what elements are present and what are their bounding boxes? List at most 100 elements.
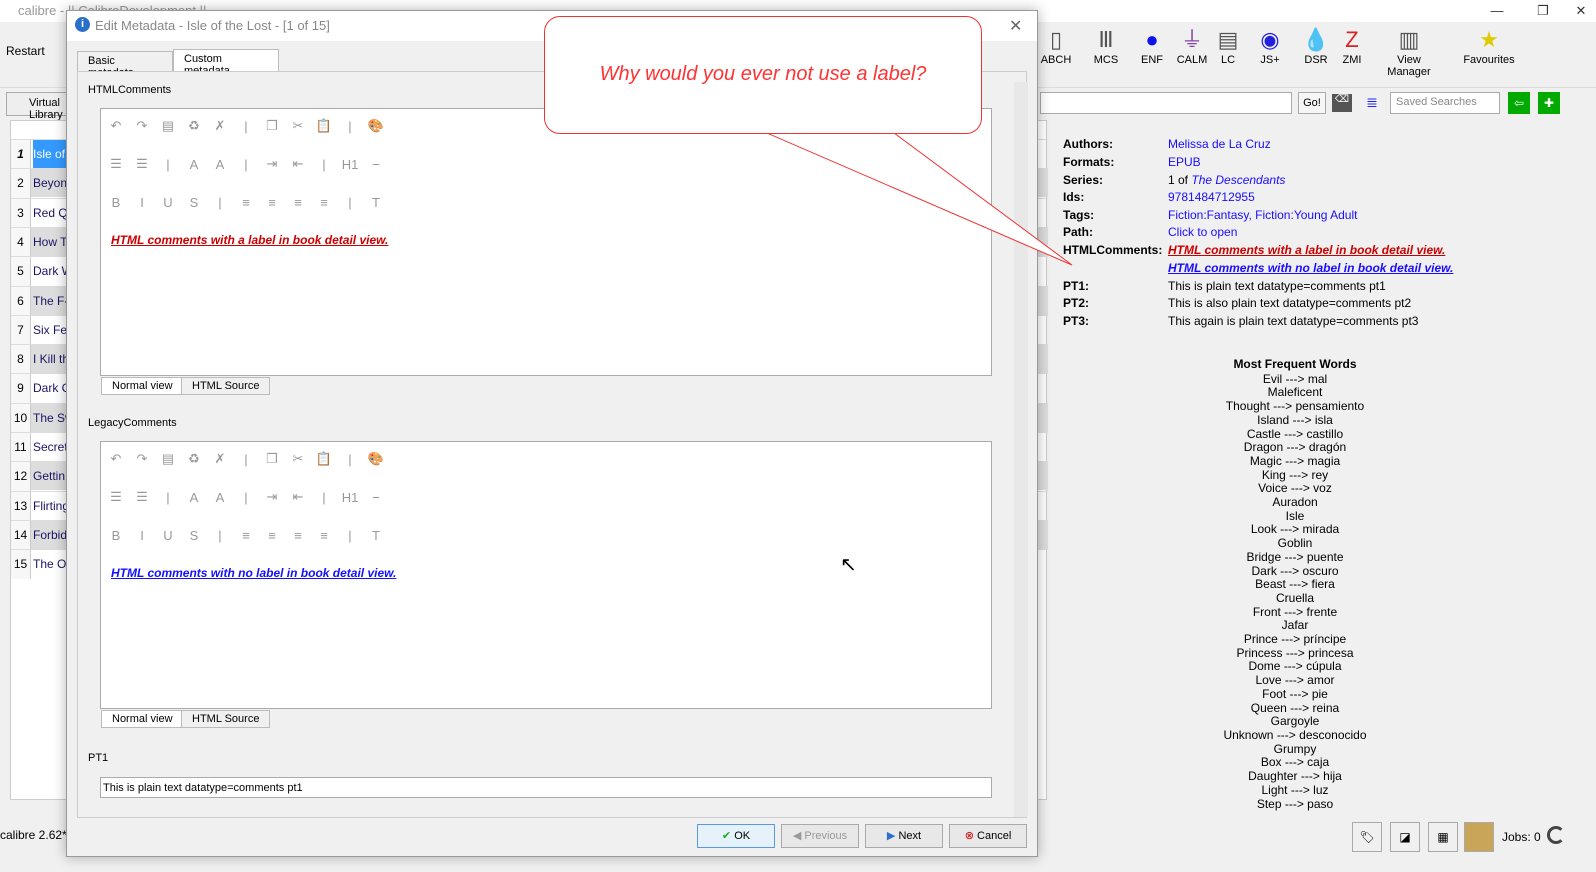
format-button-icon[interactable]: ▤ [159, 118, 177, 134]
format-button-icon[interactable]: ≡ [315, 195, 333, 210]
format-button-icon[interactable]: ≡ [289, 528, 307, 543]
ok-button[interactable]: ✔ OK [697, 824, 775, 848]
format-button-icon[interactable]: A [185, 490, 203, 505]
toolbar-calm-button[interactable]: ⏚ CALM [1172, 26, 1212, 66]
format-button-icon[interactable]: ⇤ [289, 489, 307, 505]
cover-browser-icon[interactable]: ◪ [1390, 822, 1420, 852]
format-button-icon[interactable]: ☰ [107, 489, 125, 505]
format-button-icon[interactable]: ☰ [107, 156, 125, 172]
jobs-indicator[interactable]: Jobs: 0 [1502, 830, 1541, 844]
add-saved-search-icon[interactable]: ✚ [1538, 92, 1560, 114]
format-button-icon[interactable]: ↶ [107, 451, 125, 467]
ids-link[interactable]: 9781484712955 [1168, 190, 1255, 204]
go-button[interactable]: Go! [1298, 92, 1326, 114]
tab-html-source[interactable]: HTML Source [181, 710, 271, 728]
format-button-icon[interactable]: ≡ [263, 195, 281, 210]
format-button-icon[interactable]: ✂ [289, 118, 307, 134]
format-button-icon[interactable]: ≡ [237, 528, 255, 543]
htmlcomments-editor-text[interactable]: HTML comments with a label in book detai… [111, 233, 388, 247]
format-button-icon[interactable]: ⎯ [367, 156, 385, 172]
format-button-icon[interactable]: ↶ [107, 118, 125, 134]
format-button-icon[interactable]: A [211, 157, 229, 172]
format-button-icon[interactable]: 🎨 [367, 118, 385, 134]
toolbar-favourites-button[interactable]: ★ Favourites [1456, 26, 1522, 66]
tab-basic-metadata[interactable]: Basic metadata [77, 51, 173, 79]
restore-button[interactable]: ❐ [1520, 0, 1566, 22]
format-button-icon[interactable]: ♻ [185, 118, 203, 134]
grid-view-icon[interactable]: ▦ [1428, 822, 1458, 852]
format-button-icon[interactable]: U [159, 528, 177, 543]
format-button-icon[interactable]: ▤ [159, 451, 177, 467]
highlight-toggle-icon[interactable]: ≣ [1362, 94, 1382, 112]
saved-searches-select[interactable]: Saved Searches [1390, 92, 1500, 114]
toolbar-view-manager-button[interactable]: ▥ View Manager [1376, 26, 1442, 78]
minimize-button[interactable]: — [1474, 0, 1520, 22]
format-button-icon[interactable]: ♻ [185, 451, 203, 467]
format-button-icon[interactable]: I [133, 195, 151, 210]
format-button-icon[interactable]: T [367, 528, 385, 543]
format-button-icon[interactable]: 📋 [315, 451, 333, 467]
dialog-close-button[interactable]: ✕ [1009, 16, 1022, 36]
format-button-icon[interactable]: ☰ [133, 489, 151, 505]
format-button-icon[interactable]: ⇥ [263, 489, 281, 505]
format-button-icon[interactable]: S [185, 195, 203, 210]
tab-html-source[interactable]: HTML Source [181, 377, 271, 395]
format-button-icon[interactable]: ✗ [211, 118, 229, 134]
format-button-icon[interactable]: A [185, 157, 203, 172]
format-button-icon[interactable]: ↷ [133, 118, 151, 134]
htmlcomments-editor[interactable]: HTML comments with a label in book detai… [100, 108, 992, 395]
path-link[interactable]: Click to open [1168, 225, 1237, 239]
previous-button[interactable]: ◀ Previous [781, 824, 859, 848]
legacycomments-editor-text[interactable]: HTML comments with no label in book deta… [111, 566, 396, 580]
toolbar-mcs-button[interactable]: Ⅲ MCS [1086, 26, 1126, 66]
format-button-icon[interactable]: ⇤ [289, 156, 307, 172]
format-button-icon[interactable]: ✗ [211, 451, 229, 467]
format-button-icon[interactable]: ⎯ [367, 489, 385, 505]
cancel-button[interactable]: ⊗ Cancel [949, 824, 1027, 848]
toolbar-enf-button[interactable]: ● ENF [1132, 26, 1172, 66]
format-button-icon[interactable]: U [159, 195, 177, 210]
format-button-icon[interactable]: ≡ [263, 528, 281, 543]
format-button-icon[interactable]: 📋 [315, 118, 333, 134]
toolbar-abch-button[interactable]: ▯ ABCH [1036, 26, 1076, 66]
format-button-icon[interactable]: ✂ [289, 451, 307, 467]
toolbar-dsr-button[interactable]: 💧 DSR [1296, 26, 1336, 66]
search-input[interactable] [1040, 92, 1292, 114]
format-button-icon[interactable]: B [107, 195, 125, 210]
format-button-icon[interactable]: I [133, 528, 151, 543]
legacycomments-editor[interactable]: HTML comments with no label in book deta… [100, 441, 992, 728]
formats-link[interactable]: EPUB [1168, 155, 1201, 169]
back-arrow-icon[interactable]: ⇦ [1508, 92, 1530, 114]
format-button-icon[interactable]: ⇥ [263, 156, 281, 172]
format-button-icon[interactable]: H1 [341, 490, 359, 505]
format-button-icon[interactable]: ↷ [133, 451, 151, 467]
tags-link[interactable]: Fiction:Fantasy, Fiction:Young Adult [1168, 208, 1357, 222]
toolbar-lc-button[interactable]: ▤ LC [1208, 26, 1248, 66]
close-window-button[interactable]: ✕ [1566, 0, 1596, 22]
tag-icon[interactable]: 🏷 [1352, 822, 1382, 852]
format-button-icon[interactable]: H1 [341, 157, 359, 172]
clear-search-icon[interactable]: ⌫ [1332, 94, 1352, 112]
next-button[interactable]: ▶ Next [865, 824, 943, 848]
format-button-icon[interactable]: ❐ [263, 118, 281, 134]
book-details-icon[interactable] [1464, 822, 1494, 852]
format-button-icon[interactable]: ❐ [263, 451, 281, 467]
format-button-icon[interactable]: T [367, 195, 385, 210]
format-button-icon[interactable]: A [211, 490, 229, 505]
format-button-icon[interactable]: ≡ [237, 195, 255, 210]
format-button-icon[interactable]: B [107, 528, 125, 543]
toolbar-js--button[interactable]: ◉ JS+ [1250, 26, 1290, 66]
toolbar-zmi-button[interactable]: Z ZMI [1332, 26, 1372, 66]
format-button-icon[interactable]: ≡ [289, 195, 307, 210]
tab-custom-metadata[interactable]: Custom metadata [173, 49, 279, 77]
format-button-icon[interactable]: ☰ [133, 156, 151, 172]
series-link[interactable]: The Descendants [1191, 173, 1285, 187]
pt1-input[interactable] [100, 777, 992, 798]
details-scrollbar[interactable] [1546, 122, 1560, 810]
tab-normal-view[interactable]: Normal view [101, 710, 184, 728]
dialog-scrollbar[interactable] [1014, 82, 1028, 817]
authors-link[interactable]: Melissa de La Cruz [1168, 137, 1271, 151]
format-button-icon[interactable]: ≡ [315, 528, 333, 543]
format-button-icon[interactable]: 🎨 [367, 451, 385, 467]
tab-normal-view[interactable]: Normal view [101, 377, 184, 395]
